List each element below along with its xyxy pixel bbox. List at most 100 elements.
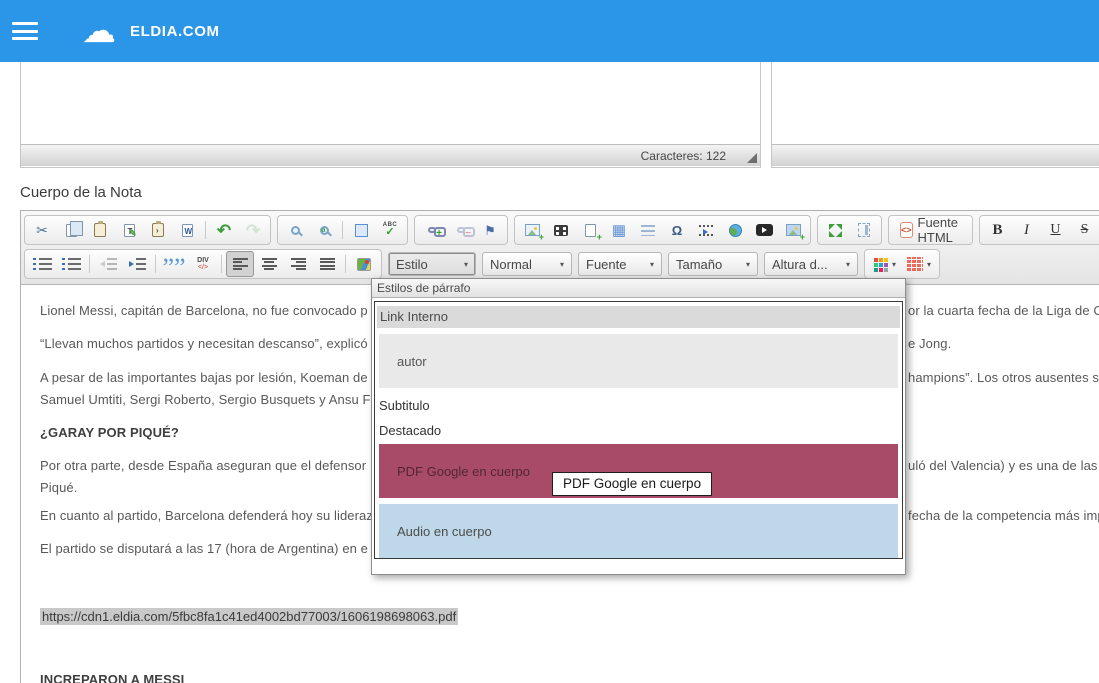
app-header: ☁ ELDIA.COM [0,0,1099,62]
resize-handle-icon[interactable] [747,153,757,163]
copy-button[interactable] [57,217,85,243]
redo-button[interactable]: ↷ [239,217,267,243]
body-line: En cuanto al partido, Barcelona defender… [40,508,373,523]
color-group: ▾ ▾ [864,249,940,279]
anchor-button[interactable]: ⚑ [476,217,504,243]
body-line: Piqué. [40,480,77,495]
table-icon: ▦ [612,223,626,238]
align-left-button[interactable] [226,251,254,277]
div-container-button[interactable]: DIV</> [189,251,217,277]
font-combo[interactable]: Fuente▾ [578,252,662,276]
paste-icon [94,223,106,237]
char-count: Caracteres: 122 [641,149,726,163]
secondary-editor-content[interactable] [772,62,1099,144]
insert-media-button[interactable] [547,217,575,243]
chevron-down-icon: ▾ [892,260,896,269]
select-all-button[interactable] [347,217,375,243]
insert-link-button[interactable]: + [418,217,446,243]
italic-button[interactable]: I [1012,217,1040,243]
iframe-button[interactable] [721,217,749,243]
replace-button[interactable]: a [310,217,338,243]
paste-text-icon: T✎ [124,224,135,237]
show-blocks-button[interactable] [850,217,878,243]
styles-panel-title: Estilos de párrafo [372,279,905,298]
google-map-button[interactable] [350,251,378,277]
table-color-button[interactable]: ▾ [902,251,936,277]
pdf-url-line[interactable]: https://cdn1.eldia.com/5fbc8fa1c41ed4002… [40,609,458,624]
page-break-button[interactable] [692,217,720,243]
paragraph-group: ”” DIV</> [24,249,382,279]
numbered-list-button[interactable] [28,251,56,277]
style-combo[interactable]: Estilo▾ [388,252,476,276]
separator [345,255,346,273]
line-height-combo[interactable]: Altura d...▾ [764,252,858,276]
separator [89,255,90,273]
body-subheading: ¿GARAY POR PIQUÉ? [40,425,179,440]
anchor-icon: ⚑ [484,224,496,237]
view-group [817,215,882,245]
bold-button[interactable]: B [983,217,1011,243]
align-justify-button[interactable] [313,251,341,277]
insert-template-button[interactable]: + [576,217,604,243]
align-right-icon [291,258,306,270]
remove-link-button[interactable]: − [447,217,475,243]
find-button[interactable] [281,217,309,243]
text-color-button[interactable]: ▾ [868,251,901,277]
cloud-logo-icon: ☁ [82,14,116,48]
style-item-link-interno[interactable]: Link Interno [377,306,900,328]
indent-increase-button[interactable] [123,251,151,277]
format-combo[interactable]: Normal ▾ [482,252,572,276]
size-combo[interactable]: Tamaño▾ [668,252,758,276]
enhanced-image-button[interactable]: + [779,217,807,243]
youtube-button[interactable] [750,217,778,243]
pdf-url-selected-text: https://cdn1.eldia.com/5fbc8fa1c41ed4002… [40,608,458,625]
bulleted-list-button[interactable] [57,251,85,277]
section-label: Cuerpo de la Nota [20,184,142,201]
insert-table-button[interactable]: ▦ [605,217,633,243]
source-group: <> Fuente HTML [888,215,973,245]
style-item-audio[interactable]: Audio en cuerpo [379,504,898,558]
underline-button[interactable]: U [1041,217,1069,243]
body-line: Samuel Umtiti, Sergi Roberto, Sergio Bus… [40,392,371,407]
indent-decrease-button[interactable] [94,251,122,277]
globe-icon [729,224,742,237]
maximize-button[interactable] [821,217,849,243]
separator [205,221,206,239]
body-line-fragment: e Jong. [908,336,951,351]
undo-icon: ↶ [217,222,231,239]
cut-button[interactable]: ✂ [28,217,56,243]
paste-plain-button[interactable]: T✎ [115,217,143,243]
menu-button[interactable] [12,22,38,40]
chevron-down-icon: ▾ [560,260,564,269]
font-combo-label: Fuente [586,257,626,272]
style-item-autor[interactable]: autor [379,334,898,388]
undo-button[interactable]: ↶ [210,217,238,243]
format-combo-label: Normal [490,257,532,272]
paste-special-button[interactable]: › [144,217,172,243]
paste-special-icon: › [152,223,164,237]
paste-from-word-icon: W [182,224,193,237]
separator [221,255,222,273]
title-editor-statusbar: Caracteres: 122 [21,144,760,166]
style-item-destacado[interactable]: Destacado [376,419,901,442]
spell-check-button[interactable]: ABC✓ [376,217,404,243]
align-right-button[interactable] [284,251,312,277]
paste-word-button[interactable]: W [173,217,201,243]
style-tooltip: PDF Google en cuerpo [552,472,712,496]
source-button[interactable]: <> Fuente HTML [892,217,969,243]
align-center-button[interactable] [255,251,283,277]
align-center-icon [262,258,277,270]
insert-image-button[interactable]: + [518,217,546,243]
special-char-button[interactable]: Ω [663,217,691,243]
horizontal-rule-icon [641,225,655,236]
image2-icon [786,224,801,236]
body-line-fragment: or la cuarta fecha de la Liga de C [908,303,1099,318]
paste-button[interactable] [86,217,114,243]
strikethrough-button[interactable]: S [1070,217,1098,243]
chevron-down-icon: ▾ [464,260,468,269]
title-editor-content[interactable] [21,62,760,144]
horizontal-rule-button[interactable] [634,217,662,243]
style-item-subtitulo[interactable]: Subtitulo [376,394,901,417]
blockquote-button[interactable]: ”” [160,251,188,277]
underline-icon: U [1050,222,1060,238]
